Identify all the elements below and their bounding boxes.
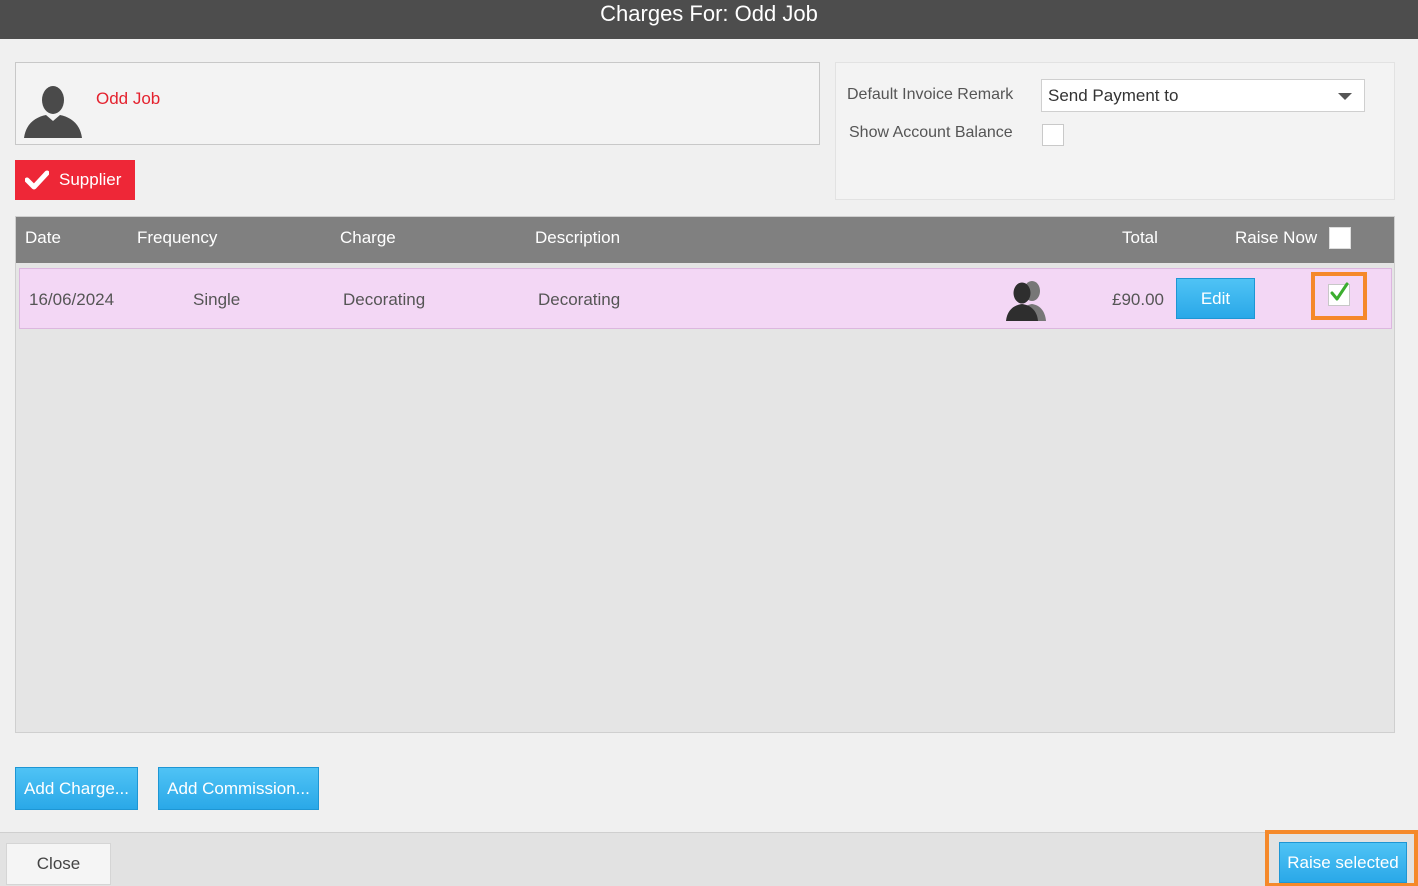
- raise-now-highlight: [1311, 272, 1367, 320]
- chevron-down-icon: [1338, 93, 1352, 100]
- person-silhouette-icon: [24, 86, 82, 138]
- column-charge[interactable]: Charge: [340, 228, 396, 248]
- close-button[interactable]: Close: [6, 843, 111, 885]
- column-description[interactable]: Description: [535, 228, 620, 248]
- supplier-label: Supplier: [59, 170, 122, 189]
- column-date[interactable]: Date: [25, 228, 61, 248]
- checkmark-icon: [25, 170, 49, 190]
- contact-card: Odd Job: [15, 62, 820, 145]
- column-total[interactable]: Total: [1122, 228, 1158, 248]
- row-date: 16/06/2024: [29, 290, 115, 309]
- raise-selected-highlight: Raise selected: [1265, 830, 1418, 886]
- invoice-remark-value: Send Payment to: [1048, 86, 1179, 105]
- raise-selected-button[interactable]: Raise selected: [1279, 842, 1407, 883]
- row-description: Decorating: [538, 290, 621, 309]
- show-balance-checkbox[interactable]: [1042, 124, 1064, 146]
- column-frequency[interactable]: Frequency: [137, 228, 217, 248]
- invoice-remark-select[interactable]: Send Payment to: [1041, 79, 1365, 112]
- add-charge-button[interactable]: Add Charge...: [15, 767, 138, 810]
- dialog-footer: Close Raise selected: [0, 830, 1418, 886]
- window-title: Charges For: Odd Job: [0, 0, 1418, 39]
- row-charge: Decorating: [343, 290, 426, 309]
- contact-name[interactable]: Odd Job: [96, 89, 160, 109]
- table-row[interactable]: 16/06/2024 Single Decorating Decorating …: [19, 268, 1392, 329]
- people-icon[interactable]: [1002, 279, 1050, 321]
- edit-button[interactable]: Edit: [1176, 278, 1255, 319]
- invoice-remark-label: Default Invoice Remark: [847, 86, 1014, 103]
- column-raise-now[interactable]: Raise Now: [1235, 228, 1317, 248]
- select-all-checkbox[interactable]: [1329, 227, 1351, 249]
- raise-now-checkbox[interactable]: [1328, 282, 1350, 306]
- row-total: £90.00: [1112, 290, 1164, 309]
- show-balance-label: Show Account Balance: [849, 124, 1013, 141]
- green-checkmark-icon: [1330, 282, 1349, 301]
- supplier-badge[interactable]: Supplier: [15, 160, 135, 200]
- row-frequency: Single: [193, 290, 241, 309]
- invoice-options-panel: Default Invoice Remark Send Payment to S…: [835, 62, 1395, 200]
- add-commission-button[interactable]: Add Commission...: [158, 767, 319, 810]
- grid-header: Date Frequency Charge Description Total …: [16, 217, 1394, 263]
- charges-grid: Date Frequency Charge Description Total …: [15, 216, 1395, 733]
